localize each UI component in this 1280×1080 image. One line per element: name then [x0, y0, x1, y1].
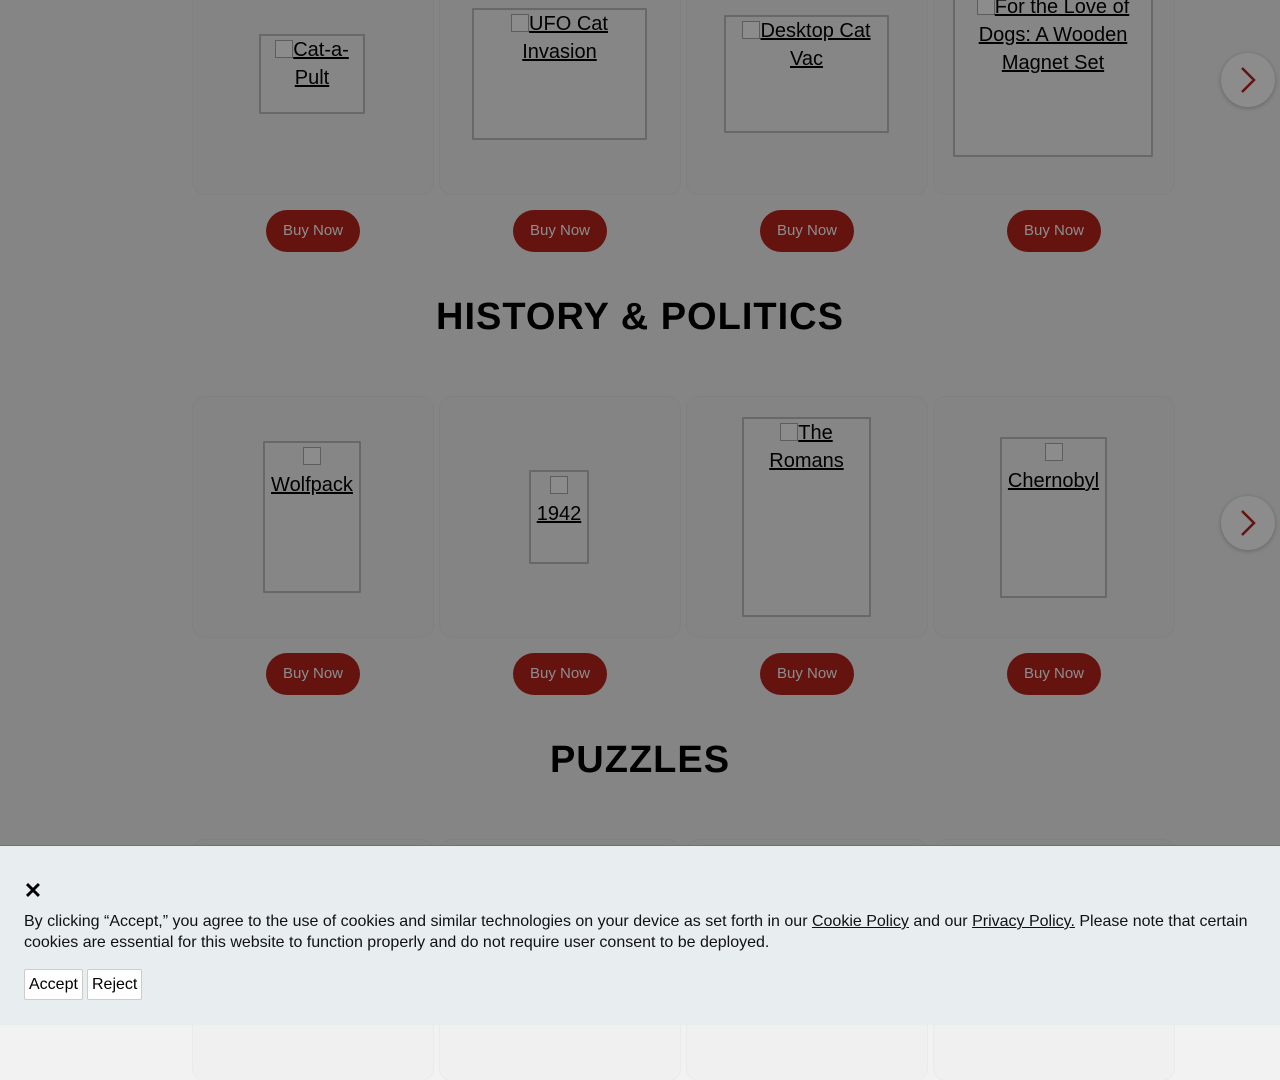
cookie-policy-link[interactable]: Cookie Policy [812, 913, 909, 930]
privacy-policy-link[interactable]: Privacy Policy. [972, 913, 1075, 930]
reject-button[interactable]: Reject [87, 969, 143, 1000]
close-icon[interactable]: ✕ [22, 880, 44, 902]
cookie-message: By clicking “Accept,” you agree to the u… [24, 913, 1248, 951]
accept-button[interactable]: Accept [24, 969, 83, 1000]
page: Cat-a-Pult UFO Cat Invasion Desktop Cat … [0, 0, 1280, 1080]
